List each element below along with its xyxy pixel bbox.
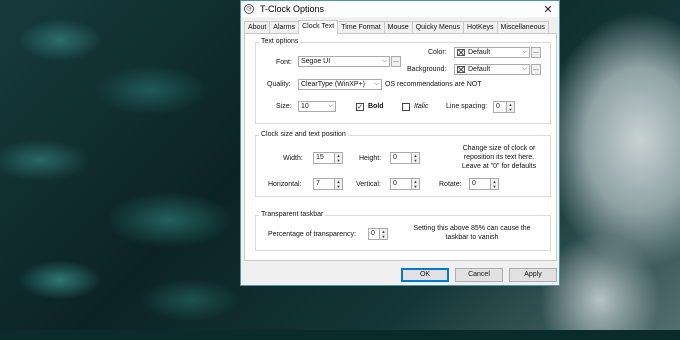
- clock-size-help: Change size of clock or reposition its t…: [461, 145, 537, 170]
- spin-buttons[interactable]: ▲ ▼: [335, 178, 343, 190]
- clock-size-group: Clock size and text position Width: 15 ▲…: [255, 131, 551, 197]
- transparency-label: Percentage of transparency:: [268, 231, 356, 238]
- clock-icon: ◷: [244, 4, 254, 14]
- chevron-down-icon: ⌵: [522, 49, 527, 55]
- quality-label: Quality:: [267, 81, 291, 88]
- size-select[interactable]: 10 ⌵: [298, 101, 336, 112]
- transparency-spinner[interactable]: 0 ▲ ▼: [368, 228, 388, 240]
- height-label: Height:: [359, 155, 382, 162]
- spin-buttons[interactable]: ▲ ▼: [507, 101, 515, 113]
- close-button[interactable]: ✕: [537, 1, 559, 17]
- arrow-down-icon[interactable]: ▼: [412, 158, 419, 163]
- arrow-down-icon[interactable]: ▼: [380, 234, 387, 239]
- width-label: Width:: [283, 155, 303, 162]
- spin-buttons[interactable]: ▲ ▼: [491, 178, 499, 190]
- quality-value: ClearType (WinXP+): [301, 81, 365, 88]
- window-title: T-Clock Options: [260, 4, 325, 14]
- width-spinner[interactable]: 15 ▲ ▼: [313, 152, 343, 164]
- color-select[interactable]: Default ⌵: [454, 47, 530, 58]
- ok-button[interactable]: OK: [401, 268, 449, 282]
- chevron-down-icon: ⌵: [328, 103, 333, 109]
- width-value[interactable]: 15: [313, 152, 335, 164]
- chevron-down-icon: ⌵: [382, 58, 387, 64]
- height-value[interactable]: 0: [390, 152, 412, 164]
- vertical-value[interactable]: 0: [390, 178, 412, 190]
- apply-button[interactable]: Apply: [509, 268, 557, 282]
- group-title: Clock size and text position: [259, 131, 348, 138]
- size-value: 10: [301, 103, 309, 110]
- arrow-down-icon[interactable]: ▼: [507, 107, 514, 112]
- font-more-button[interactable]: ...: [391, 56, 401, 67]
- color-value: Default: [468, 49, 491, 56]
- italic-label: Italic: [414, 103, 429, 110]
- background-value: Default: [468, 66, 491, 73]
- vertical-label: Vertical:: [356, 181, 381, 188]
- spin-buttons[interactable]: ▲ ▼: [412, 178, 420, 190]
- font-value: Segoe UI: [301, 58, 331, 65]
- font-label: Font:: [276, 59, 292, 66]
- text-options-group: Text options Font: Segoe UI ⌵ ... Color:…: [255, 38, 551, 124]
- bold-label: Bold: [368, 103, 384, 110]
- clock-text-panel: Text options Font: Segoe UI ⌵ ... Color:…: [244, 33, 557, 261]
- color-label: Color:: [428, 49, 447, 56]
- quality-note: OS recommendations are NOT: [385, 81, 482, 88]
- horizontal-spinner[interactable]: 7 ▲ ▼: [313, 178, 343, 190]
- background-label: Background:: [407, 66, 447, 73]
- font-select[interactable]: Segoe UI ⌵: [298, 56, 390, 67]
- rotate-spinner[interactable]: 0 ▲ ▼: [469, 178, 499, 190]
- spin-buttons[interactable]: ▲ ▼: [335, 152, 343, 164]
- bold-checkbox[interactable]: ✓: [356, 103, 364, 111]
- chevron-down-icon: ⌵: [522, 66, 527, 72]
- group-title: Transparent taskbar: [259, 211, 326, 218]
- group-title: Text options: [259, 38, 301, 45]
- arrow-down-icon[interactable]: ▼: [412, 184, 419, 189]
- tab-clock-text[interactable]: Clock Text: [298, 20, 339, 34]
- color-more-button[interactable]: ...: [531, 47, 541, 58]
- transparency-warning: Setting this above 85% can cause the tas…: [413, 225, 531, 241]
- quality-select[interactable]: ClearType (WinXP+) ⌵: [298, 79, 382, 90]
- spin-buttons[interactable]: ▲ ▼: [380, 228, 388, 240]
- color-swatch-icon: [457, 49, 465, 56]
- background-swatch-icon: [457, 66, 465, 73]
- arrow-down-icon[interactable]: ▼: [335, 184, 342, 189]
- arrow-down-icon[interactable]: ▼: [491, 184, 498, 189]
- italic-checkbox[interactable]: [402, 103, 410, 111]
- vertical-spinner[interactable]: 0 ▲ ▼: [390, 178, 420, 190]
- transparent-taskbar-group: Transparent taskbar Percentage of transp…: [255, 211, 551, 251]
- line-spacing-label: Line spacing:: [446, 103, 488, 110]
- taskbar: [0, 330, 680, 340]
- height-spinner[interactable]: 0 ▲ ▼: [390, 152, 420, 164]
- background-more-button[interactable]: ...: [531, 64, 541, 75]
- horizontal-label: Horizontal:: [268, 181, 302, 188]
- line-spacing-value[interactable]: 0: [493, 101, 507, 113]
- horizontal-value[interactable]: 7: [313, 178, 335, 190]
- arrow-down-icon[interactable]: ▼: [335, 158, 342, 163]
- title-bar[interactable]: ◷ T-Clock Options ✕: [241, 1, 559, 17]
- tab-strip: About Alarms Clock Text Time Format Mous…: [244, 20, 549, 34]
- spin-buttons[interactable]: ▲ ▼: [412, 152, 420, 164]
- t-clock-options-window: ◷ T-Clock Options ✕ About Alarms Clock T…: [240, 0, 560, 286]
- background-select[interactable]: Default ⌵: [454, 64, 530, 75]
- cancel-button[interactable]: Cancel: [455, 268, 503, 282]
- rotate-label: Rotate:: [439, 181, 462, 188]
- chevron-down-icon: ⌵: [374, 81, 379, 87]
- transparency-value[interactable]: 0: [368, 228, 380, 240]
- line-spacing-spinner[interactable]: 0 ▲ ▼: [493, 101, 515, 113]
- size-label: Size:: [276, 103, 292, 110]
- close-icon: ✕: [543, 3, 553, 16]
- rotate-value[interactable]: 0: [469, 178, 491, 190]
